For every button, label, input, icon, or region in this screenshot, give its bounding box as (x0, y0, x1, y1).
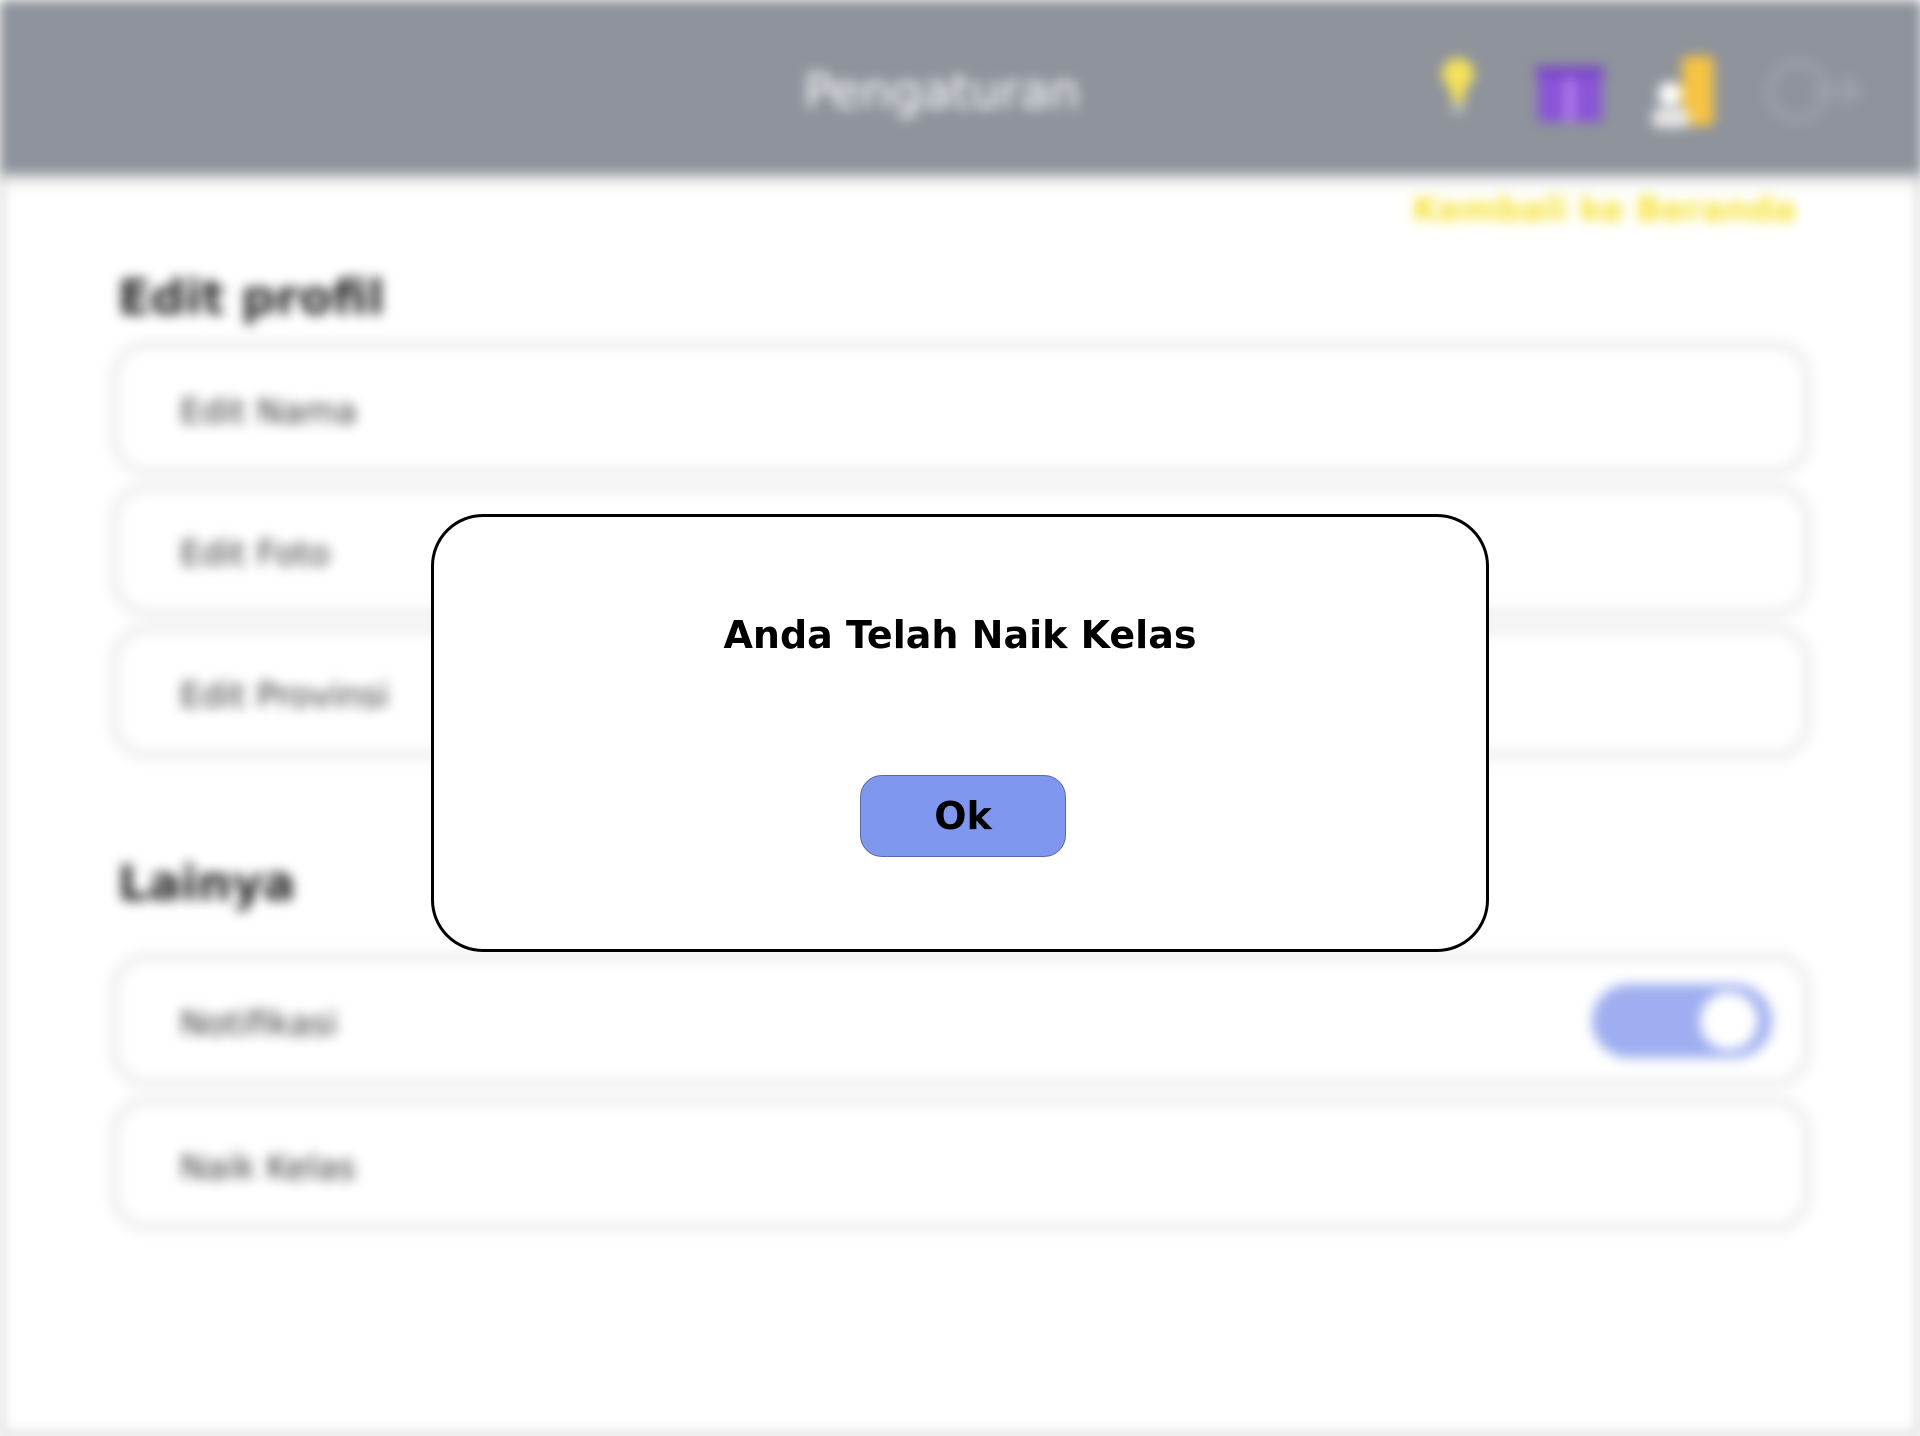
ok-button[interactable]: Ok (860, 775, 1066, 857)
section-title-other: Lainya (118, 856, 296, 912)
edit-name-item[interactable]: Edit Nama (120, 350, 1802, 466)
back-to-home-link[interactable]: Kembali ke Beranda (1413, 190, 1796, 230)
item-label: Edit Nama (180, 392, 357, 432)
lightbulb-icon[interactable] (1438, 54, 1478, 124)
level-up-item[interactable]: Naik Kelas (120, 1106, 1802, 1222)
level-up-dialog: Anda Telah Naik Kelas Ok (431, 514, 1489, 952)
section-title-edit-profile: Edit profil (118, 270, 385, 326)
gift-icon[interactable] (1534, 54, 1606, 126)
notification-toggle[interactable] (1592, 984, 1772, 1058)
notification-item: Notifikasi (120, 962, 1802, 1078)
toggle-knob (1700, 992, 1758, 1050)
item-label: Naik Kelas (180, 1148, 356, 1188)
item-label: Edit Provinsi (180, 676, 389, 716)
item-label: Notifikasi (180, 1004, 338, 1044)
logout-icon[interactable] (1764, 54, 1864, 128)
app-header: Pengaturan (2, 2, 1920, 174)
dialog-message: Anda Telah Naik Kelas (723, 613, 1197, 657)
item-label: Edit Foto (180, 534, 330, 574)
user-icon[interactable] (1648, 54, 1718, 130)
